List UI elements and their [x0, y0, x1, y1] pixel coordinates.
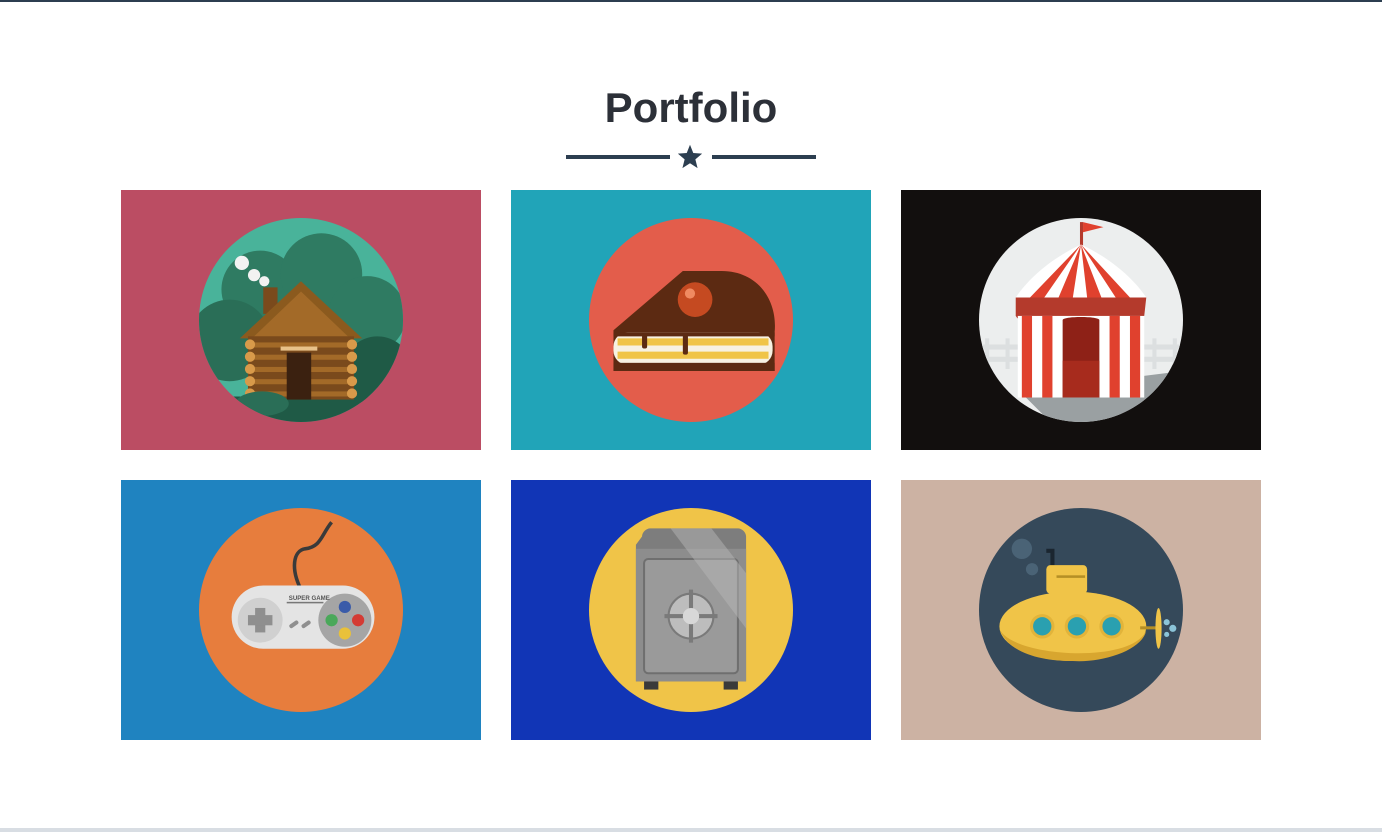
top-border: [0, 0, 1382, 2]
divider-line-left: [566, 155, 670, 159]
title-divider: [566, 142, 816, 172]
portfolio-title: Portfolio: [604, 84, 778, 131]
portfolio-item-safe[interactable]: [511, 480, 871, 740]
divider-line-right: [712, 155, 816, 159]
game-controller-icon: SUPER GAME: [199, 508, 403, 712]
log-cabin-icon: [199, 218, 403, 422]
portfolio-item-controller[interactable]: SUPER GAME: [121, 480, 481, 740]
safe-icon: [589, 508, 793, 712]
cake-slice-icon: [589, 218, 793, 422]
portfolio-item-cabin[interactable]: [121, 190, 481, 450]
controller-brand-text: SUPER GAME: [289, 595, 330, 602]
circus-tent-icon: [979, 218, 1183, 422]
portfolio-item-cake[interactable]: [511, 190, 871, 450]
portfolio-item-submarine[interactable]: [901, 480, 1261, 740]
portfolio-item-circus[interactable]: [901, 190, 1261, 450]
star-icon: [677, 144, 703, 169]
bottom-border: [0, 828, 1382, 832]
submarine-icon: [979, 508, 1183, 712]
